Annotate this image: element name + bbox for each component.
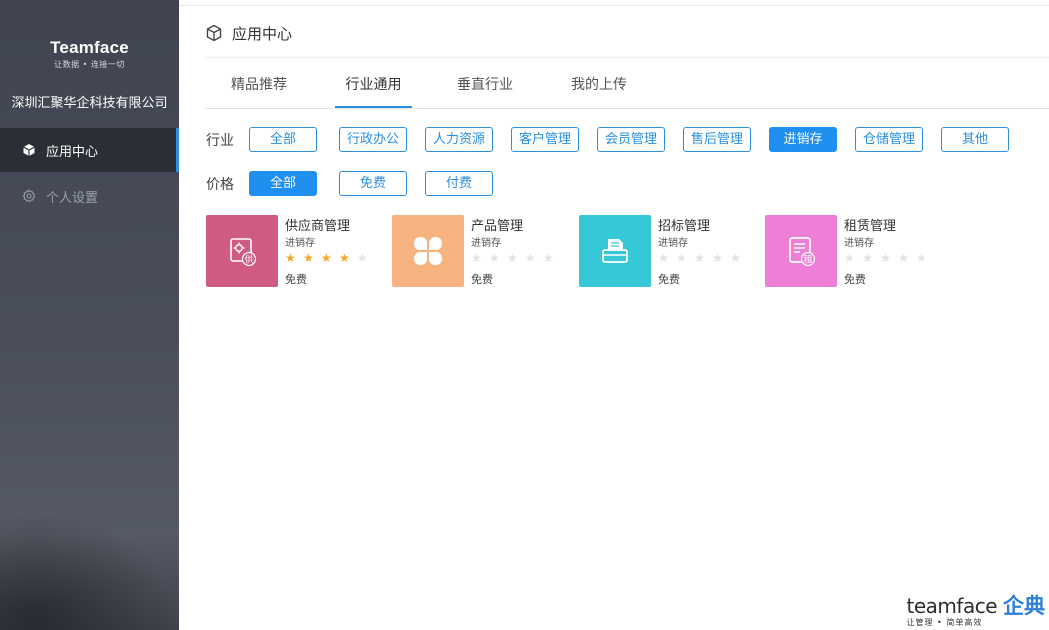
star-icon: ★	[862, 251, 873, 265]
cube-outline-icon	[206, 24, 222, 42]
star-icon: ★	[357, 251, 368, 265]
star-icon: ★	[507, 251, 518, 265]
logo-name: Teamface	[50, 38, 129, 57]
app-card-product[interactable]: 产品管理 进销存 ★ ★ ★ ★ ★ 免费	[392, 215, 572, 287]
industry-chip-all[interactable]: 全部	[249, 127, 317, 152]
industry-chip-hr[interactable]: 人力资源	[425, 127, 493, 152]
rating-stars: ★ ★ ★ ★ ★	[658, 251, 748, 265]
logo: Teamface 让数据 • 连接一切	[0, 38, 179, 70]
star-icon: ★	[285, 251, 296, 265]
lease-icon: 租	[765, 215, 837, 287]
industry-chip-other[interactable]: 其他	[941, 127, 1009, 152]
app-category: 进销存	[471, 238, 501, 249]
star-icon: ★	[303, 251, 314, 265]
watermark-logo: teamface 企典 让管理 • 简单高效	[907, 590, 1045, 628]
app-name: 招标管理	[658, 219, 711, 234]
star-icon: ★	[489, 251, 500, 265]
star-icon: ★	[844, 251, 855, 265]
price-chip-paid[interactable]: 付费	[425, 171, 493, 196]
star-icon: ★	[730, 251, 741, 265]
sidebar-item-personal-settings[interactable]: 个人设置	[0, 174, 179, 218]
gear-icon	[22, 189, 36, 203]
star-icon: ★	[658, 251, 669, 265]
sidebar-item-label: 应用中心	[46, 144, 99, 160]
star-icon: ★	[339, 251, 350, 265]
bidding-icon	[579, 215, 651, 287]
sidebar-item-app-center[interactable]: 应用中心	[0, 128, 179, 172]
app-category: 进销存	[285, 238, 315, 249]
rating-stars: ★ ★ ★ ★ ★	[285, 251, 375, 265]
header-divider	[205, 57, 1049, 58]
app-card-bidding[interactable]: 招标管理 进销存 ★ ★ ★ ★ ★ 免费	[579, 215, 759, 287]
sidebar-item-label: 个人设置	[46, 190, 99, 206]
logo-slogan: 让数据 • 连接一切	[54, 60, 125, 69]
industry-chip-member[interactable]: 会员管理	[597, 127, 665, 152]
supplier-icon: 供	[206, 215, 278, 287]
price-filter-label: 价格	[206, 177, 234, 193]
industry-chip-inventory[interactable]: 进销存	[769, 127, 837, 152]
star-icon: ★	[525, 251, 536, 265]
industry-chip-crm[interactable]: 客户管理	[511, 127, 579, 152]
tab-bar: 精品推荐 行业通用 垂直行业 我的上传	[205, 64, 1049, 109]
sidebar-background-shade	[0, 510, 179, 630]
tab-featured[interactable]: 精品推荐	[217, 64, 301, 108]
top-border	[179, 0, 1049, 6]
star-icon: ★	[676, 251, 687, 265]
app-price: 免费	[285, 273, 307, 286]
app-category: 进销存	[658, 238, 688, 249]
cube-icon	[23, 144, 35, 156]
industry-chip-after-sales[interactable]: 售后管理	[683, 127, 751, 152]
app-price: 免费	[844, 273, 866, 286]
watermark-text: teamface	[906, 594, 998, 618]
star-icon: ★	[321, 251, 332, 265]
price-chip-all[interactable]: 全部	[249, 171, 317, 196]
app-price: 免费	[658, 273, 680, 286]
lease-icon-char: 租	[803, 255, 812, 266]
app-name: 供应商管理	[285, 219, 351, 234]
industry-filter-label: 行业	[206, 133, 234, 149]
star-icon: ★	[712, 251, 723, 265]
industry-chip-warehouse[interactable]: 仓储管理	[855, 127, 923, 152]
star-icon: ★	[471, 251, 482, 265]
star-icon: ★	[694, 251, 705, 265]
price-chip-free[interactable]: 免费	[339, 171, 407, 196]
page-header: 应用中心	[205, 20, 292, 46]
app-name: 租赁管理	[844, 219, 897, 234]
rating-stars: ★ ★ ★ ★ ★	[844, 251, 934, 265]
app-price: 免费	[471, 273, 493, 286]
supplier-icon-char: 供	[244, 254, 253, 266]
page-title: 应用中心	[232, 24, 293, 43]
app-category: 进销存	[844, 238, 874, 249]
tab-vertical-industry[interactable]: 垂直行业	[443, 64, 527, 108]
rating-stars: ★ ★ ★ ★ ★	[471, 251, 561, 265]
tab-my-uploads[interactable]: 我的上传	[557, 64, 641, 108]
watermark-cn: 企典	[1003, 594, 1045, 618]
company-name: 深圳汇聚华企科技有限公司	[11, 96, 168, 111]
star-icon: ★	[916, 251, 927, 265]
star-icon: ★	[543, 251, 554, 265]
product-icon	[392, 215, 464, 287]
star-icon: ★	[880, 251, 891, 265]
star-icon: ★	[898, 251, 909, 265]
app-name: 产品管理	[471, 219, 524, 234]
industry-chip-admin[interactable]: 行政办公	[339, 127, 407, 152]
app-card-supplier[interactable]: 供 供应商管理 进销存 ★ ★ ★ ★ ★ 免费	[206, 215, 386, 287]
sidebar: Teamface 让数据 • 连接一切 深圳汇聚华企科技有限公司 应用中心 个人…	[0, 0, 179, 630]
app-card-lease[interactable]: 租 租赁管理 进销存 ★ ★ ★ ★ ★ 免费	[765, 215, 945, 287]
tab-general-industry[interactable]: 行业通用	[335, 64, 412, 108]
